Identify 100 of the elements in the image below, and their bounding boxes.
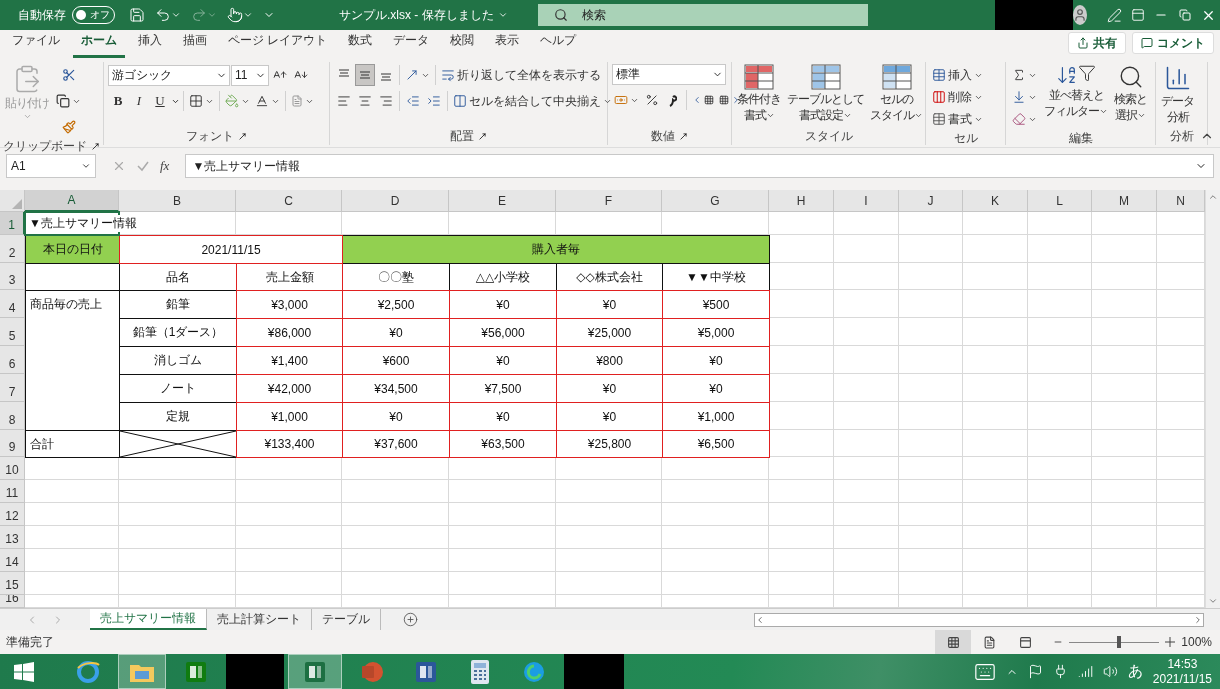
row-header[interactable]: 13 [0, 526, 25, 549]
folder-icon[interactable] [118, 654, 166, 689]
column-header[interactable]: E [449, 190, 556, 212]
launcher-icon[interactable] [679, 132, 688, 141]
editing-button[interactable]: 検索と 選択 [1113, 64, 1148, 122]
launcher-icon[interactable] [478, 132, 487, 141]
number-format-field[interactable]: 標準 [612, 64, 726, 85]
row-header[interactable]: 9 [0, 430, 25, 457]
zoom-thumb[interactable] [1116, 636, 1121, 648]
menu-tab[interactable]: 描画 [175, 32, 215, 58]
group-label: フォント [186, 128, 234, 145]
scroll-left-icon[interactable] [755, 614, 765, 625]
column-header[interactable]: K [963, 190, 1028, 212]
vertical-align-icon[interactable] [355, 64, 375, 86]
normal-view-icon[interactable] [935, 630, 972, 654]
row-header[interactable]: 5 [0, 318, 25, 346]
formula-field[interactable]: ▼売上サマリー情報 [185, 154, 1214, 178]
menu-tab[interactable]: ページ レイアウト [220, 32, 336, 58]
zoom-in-icon[interactable] [1165, 637, 1176, 647]
column-header[interactable]: J [899, 190, 963, 212]
row-header[interactable]: 6 [0, 346, 25, 374]
row-header[interactable]: 4 [0, 290, 25, 318]
row-header[interactable]: 1 [0, 212, 25, 235]
editing-button[interactable]: 並べ替えと フィルター [1043, 64, 1109, 118]
wrap-text-button[interactable]: 折り返して全体を表示する [439, 64, 603, 86]
row-header[interactable]: 11 [0, 480, 25, 503]
font-name-field[interactable]: 游ゴシック [108, 64, 230, 86]
scroll-down-icon[interactable] [1208, 596, 1218, 606]
sort-filter-icon [1056, 64, 1096, 86]
search-field[interactable]: 検索 [537, 4, 868, 26]
touch-mode-icon[interactable] [227, 7, 253, 23]
share-button[interactable]: 共有 [1068, 32, 1126, 54]
save-icon[interactable] [129, 7, 145, 23]
menu-tab[interactable]: ファイル [4, 32, 68, 58]
column-header[interactable]: N [1157, 190, 1205, 212]
row-header[interactable]: 12 [0, 503, 25, 526]
clock[interactable]: 14:53 2021/11/15 [1152, 656, 1212, 687]
name-box[interactable]: A1 [6, 154, 96, 178]
font-style-button[interactable]: I [129, 90, 149, 112]
horizontal-scrollbar[interactable] [754, 612, 1204, 627]
font-size-field[interactable]: 11 [231, 64, 269, 86]
column-header[interactable]: L [1028, 190, 1092, 212]
menu-tab[interactable]: 数式 [340, 32, 381, 58]
launcher-icon[interactable] [238, 132, 247, 141]
column-header[interactable]: D [342, 190, 449, 212]
insert-function-button[interactable]: fx [160, 158, 170, 174]
flag-icon[interactable] [1027, 664, 1043, 679]
row-header[interactable]: 3 [0, 263, 25, 290]
row-header[interactable]: 15 [0, 572, 25, 595]
cells-button[interactable]: 書式 [930, 108, 985, 130]
scroll-up-icon[interactable] [1208, 192, 1218, 202]
font-style-button[interactable]: B [108, 90, 128, 112]
cancel-icon[interactable] [112, 159, 126, 173]
column-header[interactable]: C [236, 190, 342, 212]
column-header[interactable]: G [662, 190, 769, 212]
cells-button[interactable]: 挿入 [930, 64, 985, 86]
cells-button[interactable]: 削除 [930, 86, 985, 108]
font-style-button[interactable]: U [150, 90, 170, 112]
comment-icon [1141, 37, 1153, 49]
document-title[interactable]: サンプル.xlsx - 保存しました [339, 6, 508, 24]
network-icon[interactable] [1077, 664, 1093, 679]
style-button[interactable]: 条件付き 書式 [736, 64, 782, 122]
scroll-right-icon[interactable] [1193, 614, 1203, 625]
table-cell: ¥0 [449, 290, 557, 319]
column-header[interactable]: M [1092, 190, 1157, 212]
table-cell: ¥25,800 [556, 430, 663, 458]
style-button[interactable]: テーブルとして 書式設定 [786, 64, 865, 122]
row-header[interactable]: 14 [0, 549, 25, 572]
column-header[interactable]: B [119, 190, 236, 212]
column-header[interactable]: A [25, 190, 119, 212]
check-icon[interactable] [136, 159, 150, 173]
caret-icon[interactable] [497, 10, 508, 20]
row-header[interactable]: 8 [0, 402, 25, 430]
spreadsheet-app-icon[interactable] [288, 654, 342, 689]
column-header[interactable]: I [834, 190, 899, 212]
table-cell: ¥86,000 [236, 318, 343, 347]
row-header[interactable]: 7 [0, 374, 25, 402]
menu-tab[interactable]: 校閲 [442, 32, 483, 58]
merge-center-button[interactable]: セルを結合して中央揃え [451, 90, 614, 112]
redo-icon[interactable] [191, 7, 217, 23]
data-analysis-button[interactable]: データ 分析 [1160, 64, 1195, 124]
sheet-tab[interactable]: 売上サマリー情報 [90, 609, 207, 630]
table-cell: ¥0 [342, 402, 450, 431]
document-tile-icon [415, 660, 437, 683]
column-header[interactable]: H [769, 190, 834, 212]
style-button[interactable]: セルの スタイル [869, 64, 924, 122]
caret-icon [81, 161, 91, 171]
column-header[interactable]: F [556, 190, 662, 212]
comment-button[interactable]: コメント [1132, 32, 1214, 54]
row-label-cell: 商品毎の売上 [25, 290, 120, 431]
menu-tab[interactable]: データ [385, 32, 438, 58]
volume-icon[interactable] [1102, 664, 1118, 679]
vertical-scrollbar[interactable] [1205, 190, 1220, 608]
menu-tab[interactable]: ヘルプ [532, 32, 585, 58]
row-header[interactable]: 2 [0, 235, 25, 263]
menu-tab[interactable]: 挿入 [130, 32, 170, 58]
row-header[interactable]: 10 [0, 457, 25, 480]
undo-icon[interactable] [155, 7, 181, 23]
menu-tab[interactable]: 表示 [487, 32, 528, 58]
launcher-icon[interactable] [91, 142, 100, 151]
